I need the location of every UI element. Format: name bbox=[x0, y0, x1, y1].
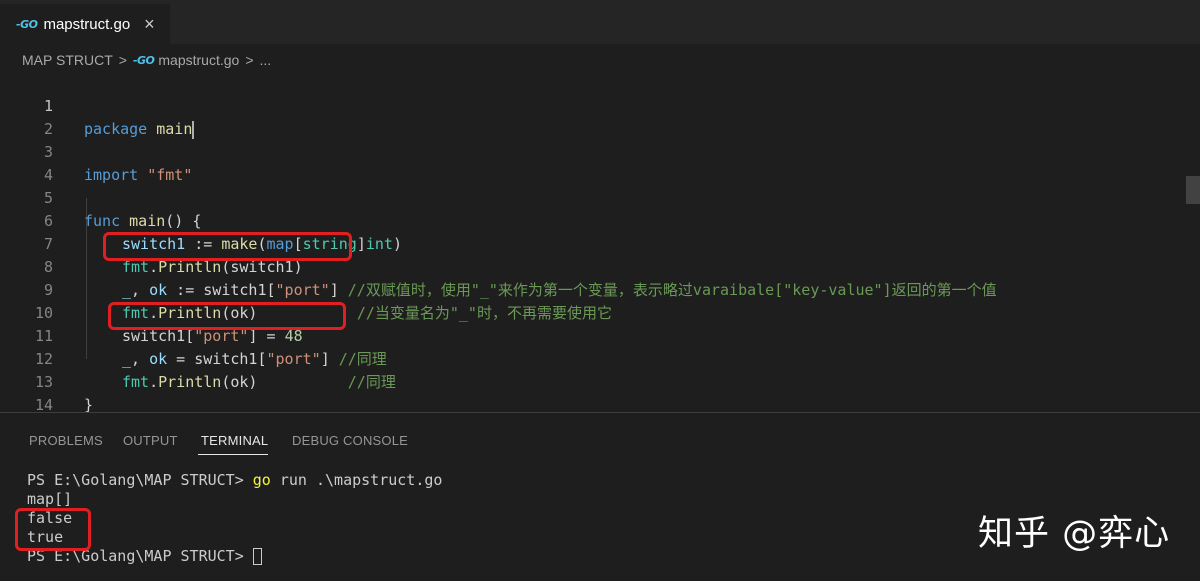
code-line-4[interactable]: 4 bbox=[0, 141, 1200, 184]
panel-divider bbox=[0, 412, 1200, 413]
chevron-right-icon: > bbox=[118, 52, 127, 68]
tab-debug-console[interactable]: DEBUG CONSOLE bbox=[292, 433, 408, 448]
scrollbar-thumb[interactable] bbox=[1186, 176, 1200, 204]
active-tab-indicator bbox=[198, 454, 268, 455]
code-line-9[interactable]: 9 fmt.Println(ok) //当变量名为"_"时，不再需要使用它 bbox=[0, 256, 1200, 322]
terminal-args: run .\mapstruct.go bbox=[270, 471, 443, 489]
code-line-6[interactable]: 6 switch1 := make(map[string]int) bbox=[0, 187, 1200, 253]
code-line-2[interactable]: 2 bbox=[0, 95, 1200, 138]
watermark: 知乎 @弈心 bbox=[978, 514, 1171, 554]
terminal-line: PS E:\Golang\MAP STRUCT> go run .\mapstr… bbox=[27, 470, 442, 490]
close-icon[interactable]: × bbox=[144, 14, 155, 35]
tab-terminal[interactable]: TERMINAL bbox=[201, 433, 268, 448]
terminal-output: true bbox=[27, 528, 64, 546]
code-line-10[interactable]: 10 switch1["port"] = 48 bbox=[0, 279, 1200, 345]
code-line-5[interactable]: 5 func main() { bbox=[0, 164, 1200, 230]
terminal-output: false bbox=[27, 509, 73, 527]
terminal-prompt: PS E:\Golang\MAP STRUCT> bbox=[27, 471, 253, 489]
line-number: 14 bbox=[34, 396, 53, 414]
tab-title: mapstruct.go bbox=[43, 15, 131, 33]
code-line-12[interactable]: 12 fmt.Println(ok) //同理 bbox=[0, 325, 1200, 391]
panel-tabs: PROBLEMS OUTPUT TERMINAL DEBUG CONSOLE bbox=[0, 426, 1200, 458]
terminal-cursor bbox=[252, 548, 262, 565]
terminal-output: map[] bbox=[27, 490, 73, 508]
breadcrumb-more[interactable]: ... bbox=[260, 52, 272, 68]
terminal-line[interactable]: PS E:\Golang\MAP STRUCT> bbox=[27, 546, 262, 566]
tab-output[interactable]: OUTPUT bbox=[123, 433, 178, 448]
tab-mapstruct-go[interactable]: -GO mapstruct.go × bbox=[0, 4, 170, 44]
code-line-3[interactable]: 3 import "fmt" bbox=[0, 118, 1200, 184]
terminal-prompt: PS E:\Golang\MAP STRUCT> bbox=[27, 547, 253, 565]
code-line-13[interactable]: 13 } bbox=[0, 348, 1200, 414]
code-line-11[interactable]: 11 _, ok = switch1["port"] //同理 bbox=[0, 302, 1200, 368]
tab-problems[interactable]: PROBLEMS bbox=[29, 433, 103, 448]
code-line-14[interactable]: 14 bbox=[0, 371, 1200, 414]
breadcrumb-file[interactable]: mapstruct.go bbox=[158, 52, 239, 68]
go-file-icon: -GO bbox=[132, 53, 155, 67]
code-line-7[interactable]: 7 fmt.Println(switch1) bbox=[0, 210, 1200, 276]
code-line-1[interactable]: 1 package main bbox=[0, 72, 1200, 139]
code-editor[interactable]: 1 package main 2 3 import "fmt" 4 5 func… bbox=[0, 72, 1200, 414]
terminal-command: go bbox=[252, 471, 271, 489]
code-line-8[interactable]: 8 _, ok := switch1["port"] //双赋值时，使用"_"来… bbox=[0, 233, 1200, 299]
breadcrumb-folder[interactable]: MAP STRUCT bbox=[22, 52, 113, 68]
editor-tab-bar: -GO mapstruct.go × bbox=[0, 0, 1200, 44]
go-file-icon: -GO bbox=[16, 17, 38, 31]
breadcrumb: MAP STRUCT > -GO mapstruct.go > ... bbox=[22, 50, 271, 70]
chevron-right-icon: > bbox=[245, 52, 254, 68]
